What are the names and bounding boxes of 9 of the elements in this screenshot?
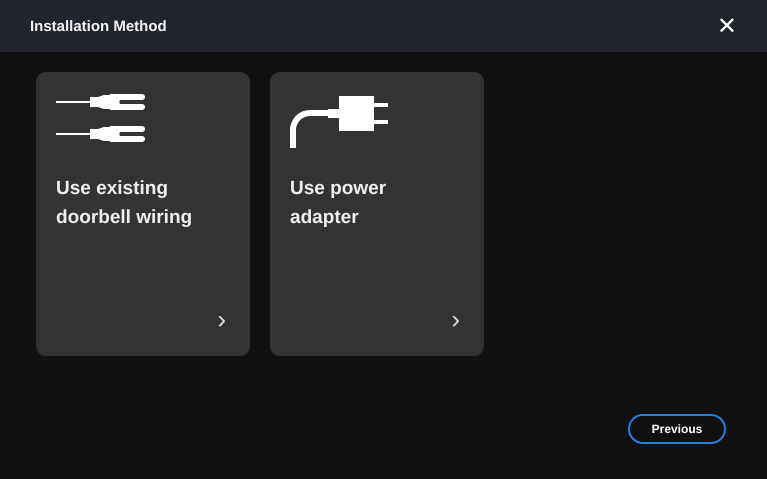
chevron-icon: › [217,306,226,332]
previous-button[interactable]: Previous [628,414,726,444]
window-title: Installation Method [30,18,167,34]
option-card[interactable]: Use existing doorbell wiring › [36,72,250,356]
option-title: Use power adapter [290,177,388,230]
option-title: Use existing doorbell wiring [56,177,194,230]
option-card[interactable]: Use power adapter › [270,72,484,356]
chevron-icon: › [451,306,460,332]
close-button[interactable]: ✕ [716,14,737,38]
